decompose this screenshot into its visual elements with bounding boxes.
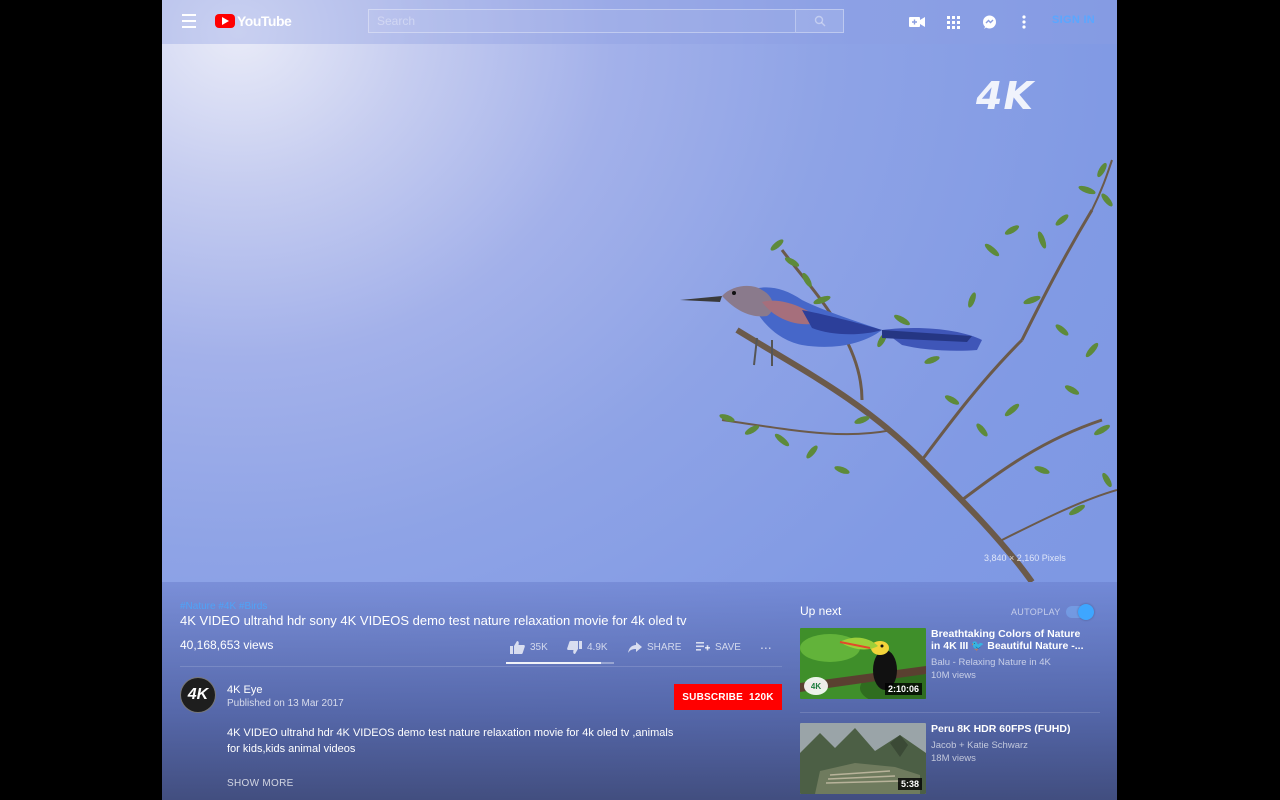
dislike-button[interactable]: 4.9K (567, 639, 608, 655)
video-thumbnail[interactable]: 4K 2:10:06 (800, 628, 926, 699)
search-button[interactable] (796, 9, 844, 33)
save-button[interactable]: SAVE (696, 639, 741, 655)
video-title[interactable]: Breathtaking Colors of Nature in 4K III … (931, 628, 1091, 652)
thumbs-up-icon (510, 640, 525, 654)
sign-in-button[interactable]: SIGN IN (1052, 14, 1095, 26)
autoplay-toggle[interactable] (1066, 604, 1094, 620)
hashtags[interactable]: #Nature #4K #Birds (180, 601, 267, 612)
create-video-button[interactable] (907, 12, 927, 32)
like-button[interactable]: 35K (510, 639, 548, 655)
apps-grid-icon (946, 15, 960, 29)
video-frame (680, 159, 1117, 582)
more-vertical-icon (1022, 15, 1026, 29)
share-button[interactable]: SHARE (628, 639, 681, 655)
more-options-button[interactable] (1014, 12, 1034, 32)
share-icon (628, 641, 642, 653)
menu-icon-line (182, 26, 196, 28)
menu-icon (182, 14, 196, 16)
divider (180, 666, 782, 667)
subscriber-count: 120K (748, 691, 774, 703)
video-title[interactable]: Peru 8K HDR 60FPS (FUHD) (931, 723, 1091, 735)
search-icon (814, 15, 825, 27)
video-camera-icon (909, 17, 925, 27)
playlist-add-icon (696, 641, 710, 651)
youtube-play-icon (215, 14, 235, 28)
subscribe-button[interactable]: SUBSCRIBE 120K (674, 684, 782, 710)
resolution-note: 3,840 × 2,160 Pixels (984, 553, 1066, 563)
view-count: 18M views (931, 753, 976, 764)
sentiment-bar (506, 662, 614, 664)
apps-button[interactable] (943, 12, 963, 32)
view-count: 10M views (931, 670, 976, 681)
divider (800, 712, 1100, 713)
channel-name[interactable]: 4K Eye (227, 684, 262, 696)
subscribe-label: SUBSCRIBE (682, 691, 743, 703)
sentiment-fill (506, 662, 602, 664)
more-actions-button[interactable]: ... (760, 636, 772, 652)
video-description: 4K VIDEO ultrahd hdr 4K VIDEOS demo test… (227, 727, 674, 755)
autoplay-label: AUTOPLAY (1011, 607, 1061, 617)
thumb-4k-badge: 4K (804, 677, 828, 695)
search-input[interactable]: Search (368, 9, 796, 33)
video-duration: 2:10:06 (884, 683, 922, 695)
like-count: 35K (530, 641, 548, 653)
video-duration: 5:38 (897, 778, 922, 790)
channel-avatar[interactable]: 4K (180, 677, 216, 713)
share-label: SHARE (647, 641, 682, 653)
logo-text: YouTube (237, 13, 292, 29)
youtube-logo[interactable]: YouTube (215, 12, 292, 30)
up-next-heading: Up next (800, 604, 842, 618)
4k-badge: 4K (976, 74, 1034, 118)
messages-icon (982, 15, 996, 29)
channel-name: Balu - Relaxing Nature in 4K (931, 657, 1051, 668)
save-label: SAVE (715, 641, 741, 653)
video-title: 4K VIDEO ultrahd hdr sony 4K VIDEOS demo… (180, 613, 687, 628)
top-bar: YouTube Search SIGN IN (162, 0, 1117, 44)
show-more-button[interactable]: SHOW MORE (227, 778, 294, 789)
menu-icon-line (182, 20, 196, 22)
publish-date: Published on 13 Mar 2017 (227, 698, 344, 709)
video-thumbnail[interactable]: 5:38 (800, 723, 926, 794)
view-count: 40,168,653 views (180, 638, 274, 652)
thumbs-down-icon (567, 640, 582, 654)
menu-button[interactable] (180, 12, 198, 30)
channel-name: Jacob + Katie Schwarz (931, 740, 1028, 751)
messages-button[interactable] (979, 12, 999, 32)
bird-figure (680, 285, 982, 366)
dislike-count: 4.9K (587, 641, 608, 653)
toggle-knob (1078, 604, 1094, 620)
video-player[interactable]: 4K 3,840 × 2,160 Pixels YouTube Search S… (162, 0, 1117, 800)
